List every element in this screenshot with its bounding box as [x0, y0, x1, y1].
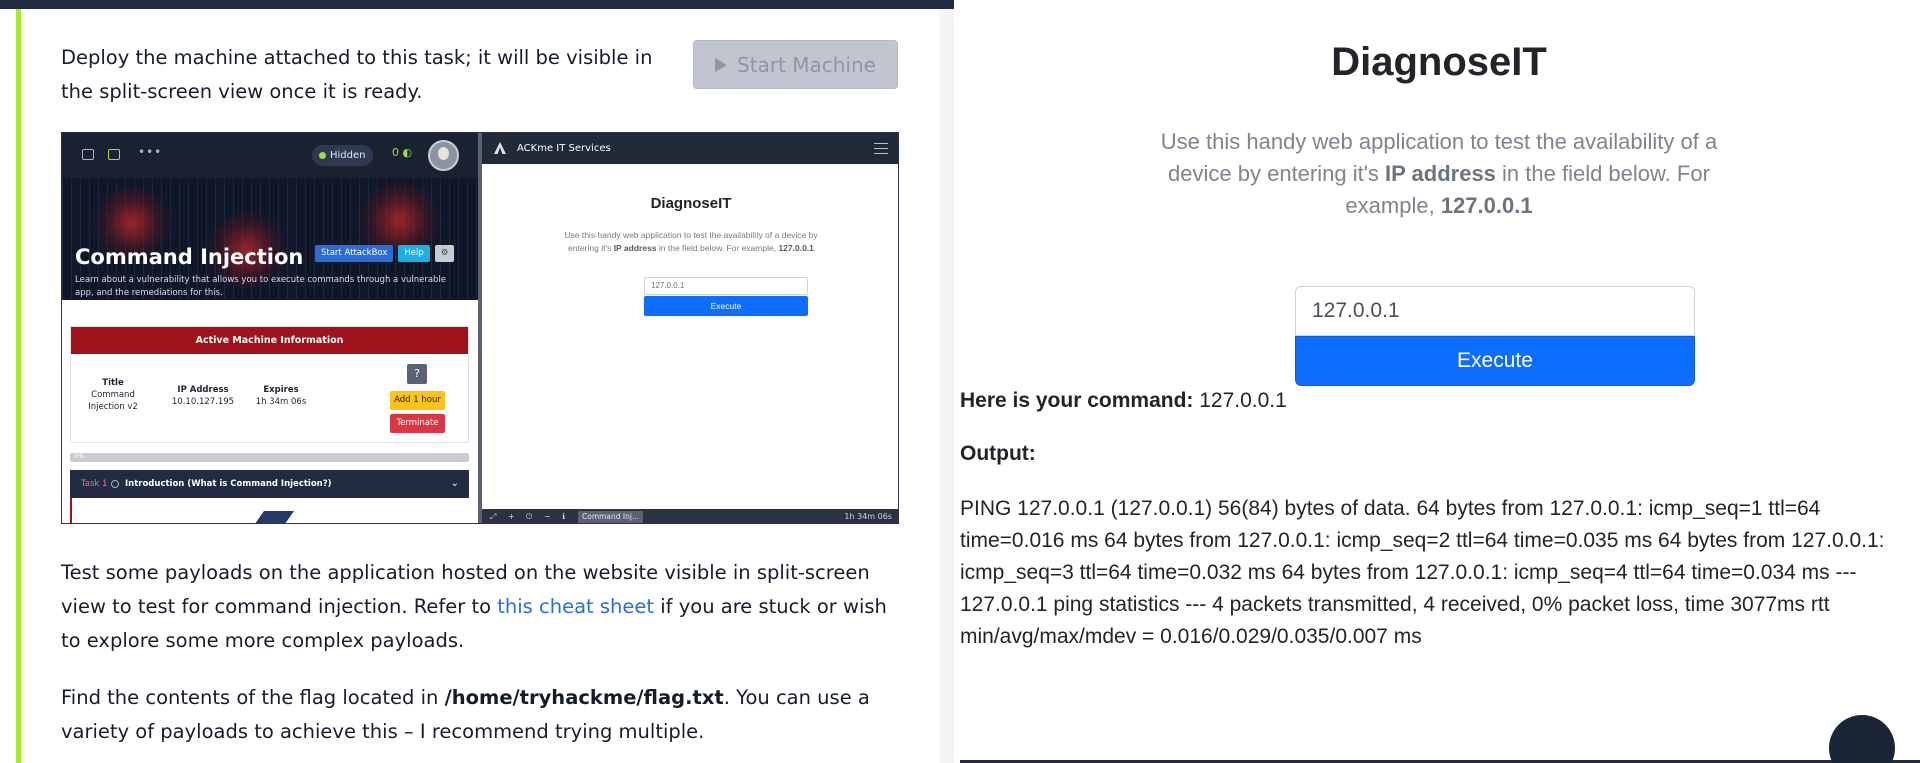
- app-description: Use this handy web application to test t…: [1144, 126, 1734, 222]
- machine-expires-label: Expires: [263, 385, 299, 395]
- task-title: Introduction (What is Command Injection?…: [125, 479, 332, 489]
- task-paragraph-deploy: Deploy the machine attached to this task…: [61, 46, 653, 103]
- room-progress-bar: 0%: [70, 452, 469, 462]
- app-desc-strong: IP address: [1385, 161, 1496, 186]
- split-desc-strong: 127.0.0.1: [778, 243, 814, 253]
- streak-icon: 0 ◐: [392, 146, 413, 159]
- task-panel: Deploy the machine attached to this task…: [0, 0, 954, 763]
- terminate-button: Terminate: [390, 414, 445, 433]
- task-paragraph-payloads: Test some payloads on the application ho…: [61, 556, 906, 658]
- start-attackbox-button: Start AttackBox: [315, 245, 394, 262]
- split-ip-input: 127.0.0.1: [644, 277, 808, 295]
- screenshot-split-view: ACKme IT Services DiagnoseIT Use this ha…: [482, 133, 898, 523]
- help-button: Help: [398, 245, 430, 262]
- task-illustration: [249, 511, 295, 523]
- split-desc-text: in the field below. For example,: [656, 243, 779, 253]
- task-status-icon: [111, 480, 119, 488]
- scrollbar-track[interactable]: [939, 9, 954, 763]
- task-screenshot: ••• Hidden 0 ◐ Command Injection Start A…: [61, 132, 899, 524]
- start-machine-label: Start Machine: [737, 52, 876, 77]
- flag-path: /home/tryhackme/flag.txt: [444, 686, 724, 709]
- split-app-title: DiagnoseIT: [650, 195, 732, 212]
- output-label: Output:: [960, 442, 1036, 465]
- room-hero: Command Injection Start AttackBox Help ⚙…: [62, 178, 478, 300]
- settings-icon: ⚙: [434, 245, 455, 262]
- play-icon: [715, 57, 728, 72]
- top-stripe: [0, 0, 954, 9]
- book-icon: [108, 149, 120, 160]
- task-text-span: Find the contents of the flag located in: [61, 686, 445, 709]
- active-machine-header: Active Machine Information: [71, 327, 468, 354]
- machine-title-value: Command Injection v2: [88, 390, 138, 412]
- room-progress-label: 0%: [74, 452, 85, 460]
- info-icon: ℹ: [562, 512, 566, 521]
- screenshot-room-nav: ••• Hidden 0 ◐: [62, 133, 478, 178]
- screenshot-room-page: ••• Hidden 0 ◐ Command Injection Start A…: [62, 133, 478, 523]
- chevron-down-icon: ⌄: [450, 478, 459, 489]
- avatar: [428, 140, 459, 171]
- machine-ip-value: 10.10.127.195: [171, 397, 235, 407]
- task-row: Task 1 Introduction (What is Command Inj…: [70, 470, 469, 498]
- machine-title-label: Title: [102, 378, 124, 388]
- cheat-sheet-link[interactable]: this cheat sheet: [497, 595, 654, 618]
- task-accent: [70, 498, 72, 523]
- machine-help-button: ?: [407, 364, 427, 384]
- machine-ip-col: IP Address 10.10.127.195: [163, 384, 243, 408]
- active-machine-card: Active Machine Information Title Command…: [70, 326, 469, 443]
- hidden-status-pill: Hidden: [312, 145, 374, 166]
- plus-icon: +: [508, 512, 515, 521]
- machine-expires-value: 1h 34m 06s: [255, 397, 307, 407]
- app-title: DiagnoseIT: [1331, 40, 1547, 84]
- add-hour-button: Add 1 hour: [390, 391, 445, 410]
- more-icon: •••: [138, 145, 163, 159]
- app-desc-strong: 127.0.0.1: [1440, 193, 1533, 218]
- command-line: Here is your command: 127.0.0.1: [960, 388, 1287, 414]
- vm-timer: 1h 34m 06s: [844, 512, 892, 521]
- ackme-logo-icon: [494, 142, 506, 154]
- start-machine-button[interactable]: Start Machine: [693, 40, 898, 89]
- machine-expires-col: Expires 1h 34m 06s: [241, 384, 321, 408]
- room-actions: Start AttackBox Help ⚙: [315, 245, 455, 262]
- task-accent-bar: [16, 9, 21, 763]
- command-value: 127.0.0.1: [1193, 389, 1287, 412]
- command-label: Here is your command:: [960, 389, 1194, 412]
- task-number: Task 1: [81, 479, 108, 489]
- room-title: Command Injection: [75, 245, 304, 269]
- task-paragraph-flag: Find the contents of the flag located in…: [61, 681, 906, 749]
- streak-count: 0: [392, 146, 399, 159]
- window-icon: [82, 149, 94, 160]
- split-execute-button: Execute: [644, 296, 808, 316]
- room-subtitle: Learn about a vulnerability that allows …: [75, 275, 447, 298]
- split-desc-strong: IP address: [613, 243, 657, 253]
- ip-address-input[interactable]: 127.0.0.1: [1295, 286, 1695, 336]
- split-navbar: ACKme IT Services: [482, 133, 898, 164]
- split-app-description: Use this handy web application to test t…: [552, 229, 830, 255]
- execute-button[interactable]: Execute: [1295, 336, 1695, 386]
- machine-title-col: Title Command Injection v2: [77, 377, 149, 413]
- fullscreen-icon: ⤢: [490, 512, 497, 521]
- power-icon: ⏻: [526, 512, 533, 521]
- chat-icon[interactable]: [1829, 715, 1895, 763]
- vm-tab-chip: Command Inj...: [578, 511, 644, 523]
- ping-output: PING 127.0.0.1 (127.0.0.1) 56(84) bytes …: [960, 497, 1885, 648]
- menu-icon: [874, 143, 888, 154]
- minus-icon: −: [544, 512, 551, 521]
- diagnoseit-app: DiagnoseIT Use this handy web applicatio…: [954, 0, 1920, 763]
- split-brand: ACKme IT Services: [517, 143, 611, 154]
- machine-ip-label: IP Address: [177, 385, 229, 395]
- vm-taskbar: ⤢ + ⏻ − ℹ Command Inj... 1h 34m 06s: [482, 509, 898, 523]
